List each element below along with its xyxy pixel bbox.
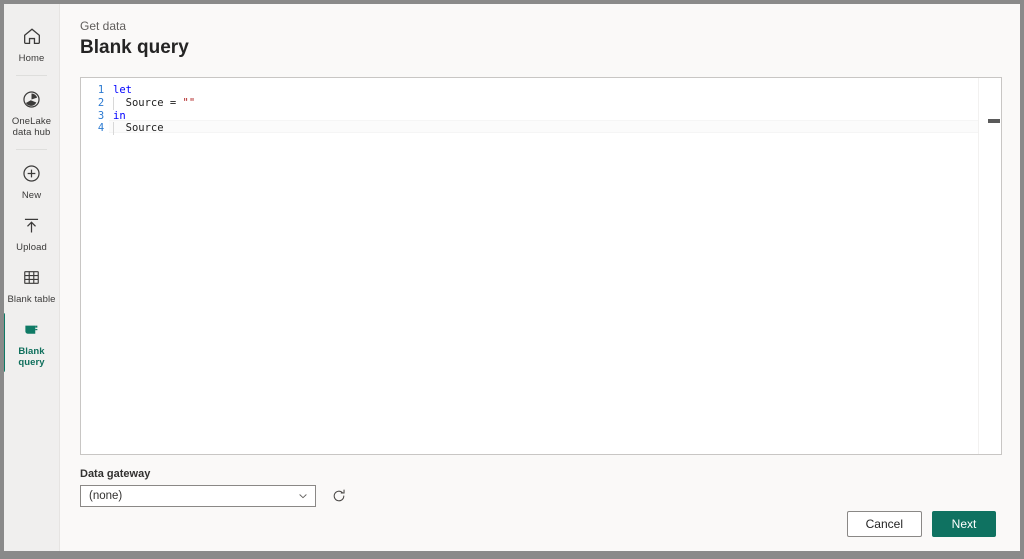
code-token-id: Source bbox=[113, 122, 164, 135]
next-button[interactable]: Next bbox=[932, 511, 996, 537]
code-token-kw: let bbox=[113, 84, 132, 96]
sidebar-item-label: Home bbox=[18, 53, 45, 64]
code-token-kw: in bbox=[113, 109, 126, 122]
editor-code-area[interactable]: let Source = "" in Source bbox=[109, 78, 1001, 454]
query-code-editor[interactable]: 1234 let Source = "" in Source bbox=[80, 77, 1002, 455]
sidebar-item-onelake-data-hub[interactable]: OneLake data hub bbox=[4, 81, 59, 144]
table-grid-icon bbox=[20, 265, 44, 289]
editor-code-line: Source = "" bbox=[109, 96, 1001, 110]
plus-circle-icon bbox=[20, 161, 44, 185]
editor-line-number: 3 bbox=[97, 109, 104, 122]
blank-query-icon bbox=[20, 317, 44, 341]
nav-divider-2 bbox=[16, 149, 47, 150]
dialog-header: Get data Blank query bbox=[60, 4, 1020, 64]
cancel-button[interactable]: Cancel bbox=[846, 511, 922, 537]
sidebar-item-home[interactable]: Home bbox=[4, 18, 59, 70]
sidebar-item-label: Upload bbox=[16, 242, 47, 253]
editor-vertical-rule bbox=[978, 78, 979, 454]
editor-line-number-gutter: 1234 bbox=[81, 78, 109, 454]
sidebar-item-new[interactable]: New bbox=[4, 155, 59, 207]
editor-line-number: 4 bbox=[97, 122, 104, 135]
data-gateway-label: Data gateway bbox=[80, 468, 151, 480]
sidebar-item-blank-table[interactable]: Blank table bbox=[4, 259, 59, 311]
get-data-dialog: Home OneLake data hub New Upload Blank t… bbox=[4, 4, 1020, 551]
code-token-str: "" bbox=[182, 96, 196, 109]
data-gateway-select[interactable]: (none) bbox=[80, 485, 316, 507]
sidebar-item-label: New bbox=[21, 190, 42, 201]
main-content: Get data Blank query 1234 let Source = "… bbox=[60, 4, 1020, 551]
editor-overview-ruler[interactable] bbox=[987, 78, 1001, 454]
editor-code-line: in bbox=[109, 110, 1001, 123]
data-gateway-section: Data gateway (none) bbox=[80, 467, 1002, 507]
editor-line-number: 1 bbox=[97, 84, 104, 96]
home-icon bbox=[20, 24, 44, 48]
sidebar-item-label: Blank table bbox=[7, 294, 56, 305]
editor-line-number: 2 bbox=[97, 96, 104, 109]
data-gateway-row: (none) bbox=[80, 485, 1002, 507]
scrollbar-thumb[interactable] bbox=[988, 119, 1000, 123]
chevron-down-icon bbox=[297, 490, 309, 502]
breadcrumb-get-data: Get data bbox=[80, 19, 127, 33]
onelake-icon bbox=[20, 87, 44, 111]
sidebar-item-upload[interactable]: Upload bbox=[4, 207, 59, 259]
data-gateway-selected-value: (none) bbox=[89, 490, 123, 502]
upload-icon bbox=[20, 213, 44, 237]
code-token-id: Source = bbox=[113, 96, 183, 109]
sidebar-item-label: Blank query bbox=[18, 346, 45, 368]
sidebar-item-blank-query[interactable]: Blank query bbox=[4, 311, 59, 374]
dialog-footer: Cancel Next bbox=[60, 511, 1020, 551]
left-nav-sidebar: Home OneLake data hub New Upload Blank t… bbox=[4, 4, 60, 551]
sidebar-item-label: OneLake data hub bbox=[11, 116, 52, 138]
editor-code-line: Source bbox=[109, 122, 1001, 135]
editor-code-line: let bbox=[109, 84, 1001, 97]
selection-indicator bbox=[4, 313, 5, 372]
nav-divider-1 bbox=[16, 75, 47, 76]
refresh-icon[interactable] bbox=[328, 485, 350, 507]
page-title: Blank query bbox=[80, 37, 189, 58]
